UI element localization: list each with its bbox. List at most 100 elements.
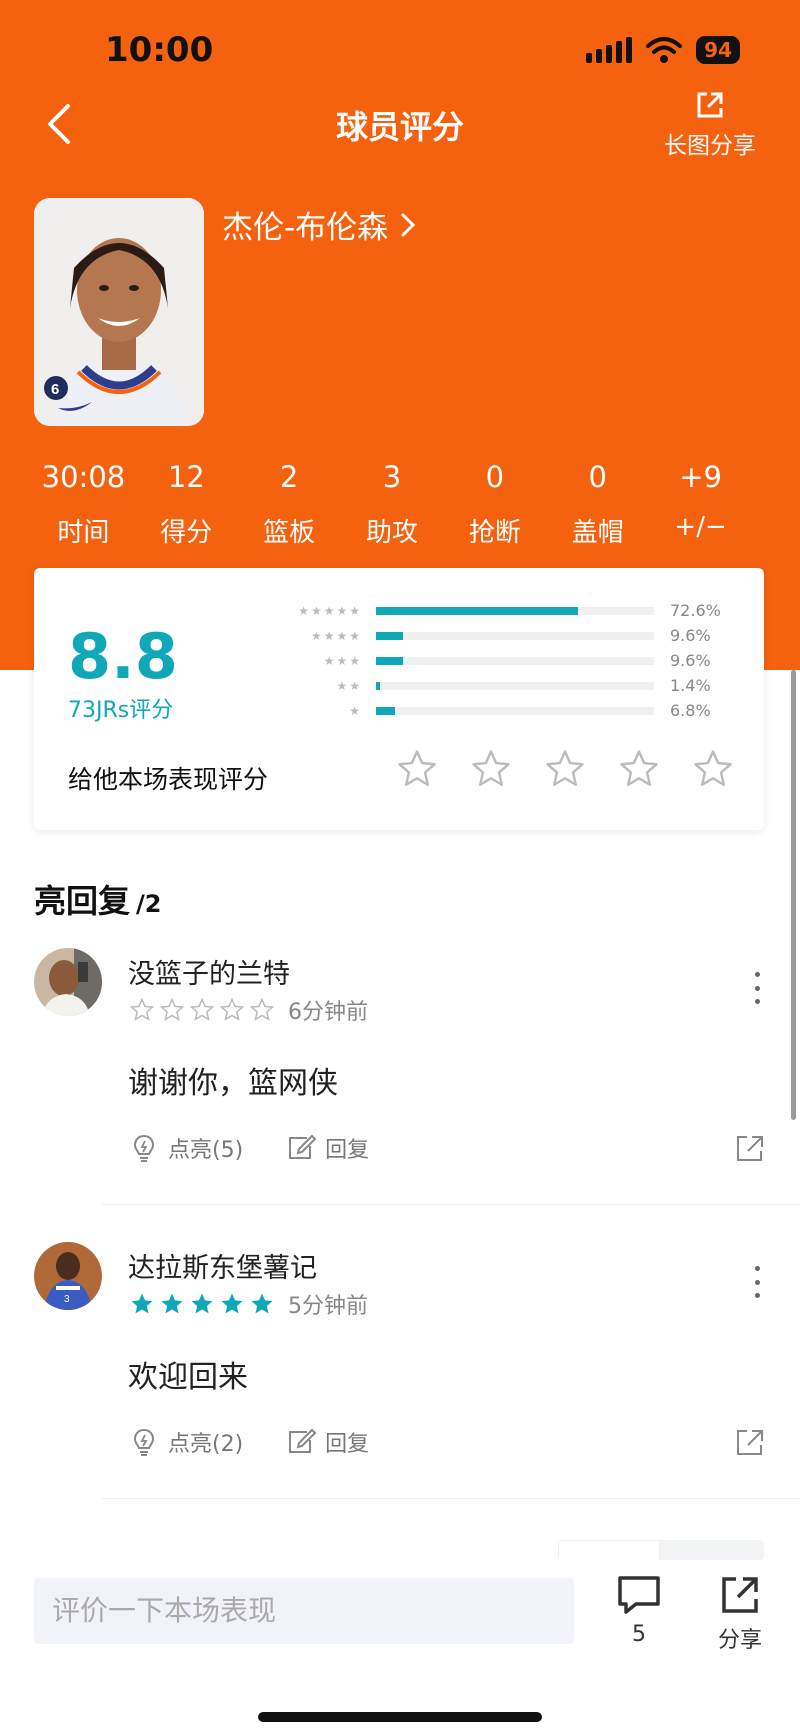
distribution-fill: [376, 631, 403, 640]
star-level-icons: ★★: [336, 678, 362, 693]
home-indicator: [258, 1712, 542, 1722]
rate-star-1-icon[interactable]: [396, 748, 438, 790]
stat-value: +9: [679, 460, 722, 494]
stat-value: 2: [279, 460, 299, 494]
distribution-percent: 1.4%: [670, 676, 711, 695]
distribution-fill: [376, 681, 380, 690]
comments-button[interactable]: 5: [614, 1574, 664, 1647]
player-photo[interactable]: 6: [34, 198, 204, 426]
reply-button[interactable]: 回复: [285, 1132, 369, 1164]
distribution-row-5: ★★★★★ 72.6%: [280, 598, 750, 623]
distribution-percent: 9.6%: [670, 626, 711, 645]
rate-star-4-icon[interactable]: [618, 748, 660, 790]
star-filled-icon: [131, 1293, 153, 1314]
stat-label: 得分: [160, 518, 213, 548]
share-label: 长图分享: [664, 133, 756, 159]
bottom-bar: 评价一下本场表现 5 分享: [0, 1560, 800, 1734]
distribution-bar: [376, 681, 654, 690]
star-level-icons: ★: [349, 703, 362, 718]
reply-actions: 点亮(5) 回复: [128, 1132, 369, 1164]
stat-label: 篮板: [263, 518, 316, 548]
average-score: 8.8: [68, 620, 178, 693]
rate-star-5-icon[interactable]: [692, 748, 734, 790]
comment-input[interactable]: 评价一下本场表现: [34, 1578, 574, 1644]
comment-count: 5: [632, 1622, 646, 1647]
distribution-bar: [376, 706, 654, 715]
distribution-fill: [376, 706, 395, 715]
rating-count: 73JRs评分: [68, 698, 174, 723]
user-avatar[interactable]: [34, 948, 102, 1016]
lightbulb-icon: [133, 1134, 155, 1162]
reply-username[interactable]: 没篮子的兰特: [128, 952, 290, 991]
rating-card: 8.8 73JRs评分 ★★★★★ 72.6% ★★★★ 9.6% ★★★ 9.6% …: [34, 568, 764, 830]
distribution-bar: [376, 631, 654, 640]
star-filled-icon: [221, 1293, 243, 1314]
player-name: 杰伦-布伦森: [222, 210, 389, 246]
reply-label: 回复: [325, 1138, 370, 1163]
stat-label: 助攻: [366, 518, 419, 548]
star-level-icons: ★★★: [323, 653, 362, 668]
stat-blocks: 0 盖帽: [546, 460, 649, 549]
stat-label: 时间: [57, 518, 110, 548]
star-filled-icon: [161, 1293, 183, 1314]
player-stats: 30:08 时间 12 得分 2 篮板 3 助攻 0 抢断 0 盖帽 +9 +/−: [32, 460, 752, 549]
divider: [102, 1204, 800, 1205]
stat-label: 抢断: [468, 518, 521, 548]
light-button[interactable]: 点亮(5): [128, 1132, 243, 1164]
stat-points: 12 得分: [135, 460, 238, 549]
bright-replies-title: 亮回复/2: [34, 876, 161, 922]
reply-username[interactable]: 达拉斯东堡薯记: [128, 1246, 317, 1285]
star-filled-icon: [251, 1293, 273, 1314]
stat-label: 盖帽: [571, 518, 624, 548]
distribution-row-4: ★★★★ 9.6%: [280, 623, 750, 648]
distribution-bar: [376, 656, 654, 665]
scrollbar[interactable]: [791, 670, 796, 1120]
more-options-icon[interactable]: [752, 972, 762, 1004]
distribution-percent: 9.6%: [670, 651, 711, 670]
distribution-percent: 72.6%: [670, 601, 721, 620]
reply-meta: 6分钟前: [128, 994, 368, 1026]
status-time: 10:00: [105, 30, 214, 70]
stat-rebounds: 2 篮板: [238, 460, 341, 549]
sort-tabs[interactable]: [558, 1540, 764, 1560]
sort-tab-active[interactable]: [558, 1540, 660, 1560]
edit-icon: [289, 1428, 317, 1453]
edit-icon: [289, 1134, 317, 1159]
svg-text:6: 6: [51, 381, 59, 398]
svg-text:3: 3: [64, 1294, 70, 1305]
more-options-icon[interactable]: [752, 1266, 762, 1298]
comment-icon: [618, 1576, 660, 1614]
rate-star-3-icon[interactable]: [544, 748, 586, 790]
stat-label: +/−: [674, 512, 727, 542]
share-icon: [722, 1577, 758, 1613]
user-avatar[interactable]: 3: [34, 1242, 102, 1310]
rate-star-2-icon[interactable]: [470, 748, 512, 790]
stat-steals: 0 抢断: [443, 460, 546, 549]
reply-text: 欢迎回来: [128, 1360, 248, 1395]
stat-value: 0: [485, 460, 505, 494]
reply-label: 回复: [325, 1432, 370, 1457]
star-level-icons: ★★★★★: [298, 603, 362, 618]
reply-time: 6分钟前: [288, 1000, 368, 1025]
light-button[interactable]: 点亮(2): [128, 1426, 243, 1458]
share-button[interactable]: 分享: [710, 1574, 770, 1654]
reply-actions: 点亮(2) 回复: [128, 1426, 369, 1458]
distribution-row-2: ★★ 1.4%: [280, 673, 750, 698]
distribution-row-1: ★ 6.8%: [280, 698, 750, 723]
status-icons: 94: [586, 36, 740, 64]
reply-meta: 5分钟前: [128, 1288, 368, 1320]
stat-plus-minus: +9 +/−: [649, 460, 752, 549]
player-name-link[interactable]: 杰伦-布伦森: [222, 202, 416, 247]
signal-icon: [586, 37, 633, 63]
reply-button[interactable]: 回复: [285, 1426, 369, 1458]
star-empty-icon: [159, 997, 185, 1021]
star-empty-icon: [219, 997, 245, 1021]
section-title-text: 亮回复: [34, 882, 131, 920]
stat-value: 30:08: [41, 460, 126, 494]
long-image-share-button[interactable]: 长图分享: [660, 90, 760, 160]
share-icon[interactable]: [734, 1426, 766, 1458]
stat-time: 30:08 时间: [32, 460, 135, 549]
share-icon[interactable]: [734, 1132, 766, 1164]
reply-text: 谢谢你，篮网侠: [128, 1066, 338, 1101]
distribution-bar: [376, 606, 654, 615]
